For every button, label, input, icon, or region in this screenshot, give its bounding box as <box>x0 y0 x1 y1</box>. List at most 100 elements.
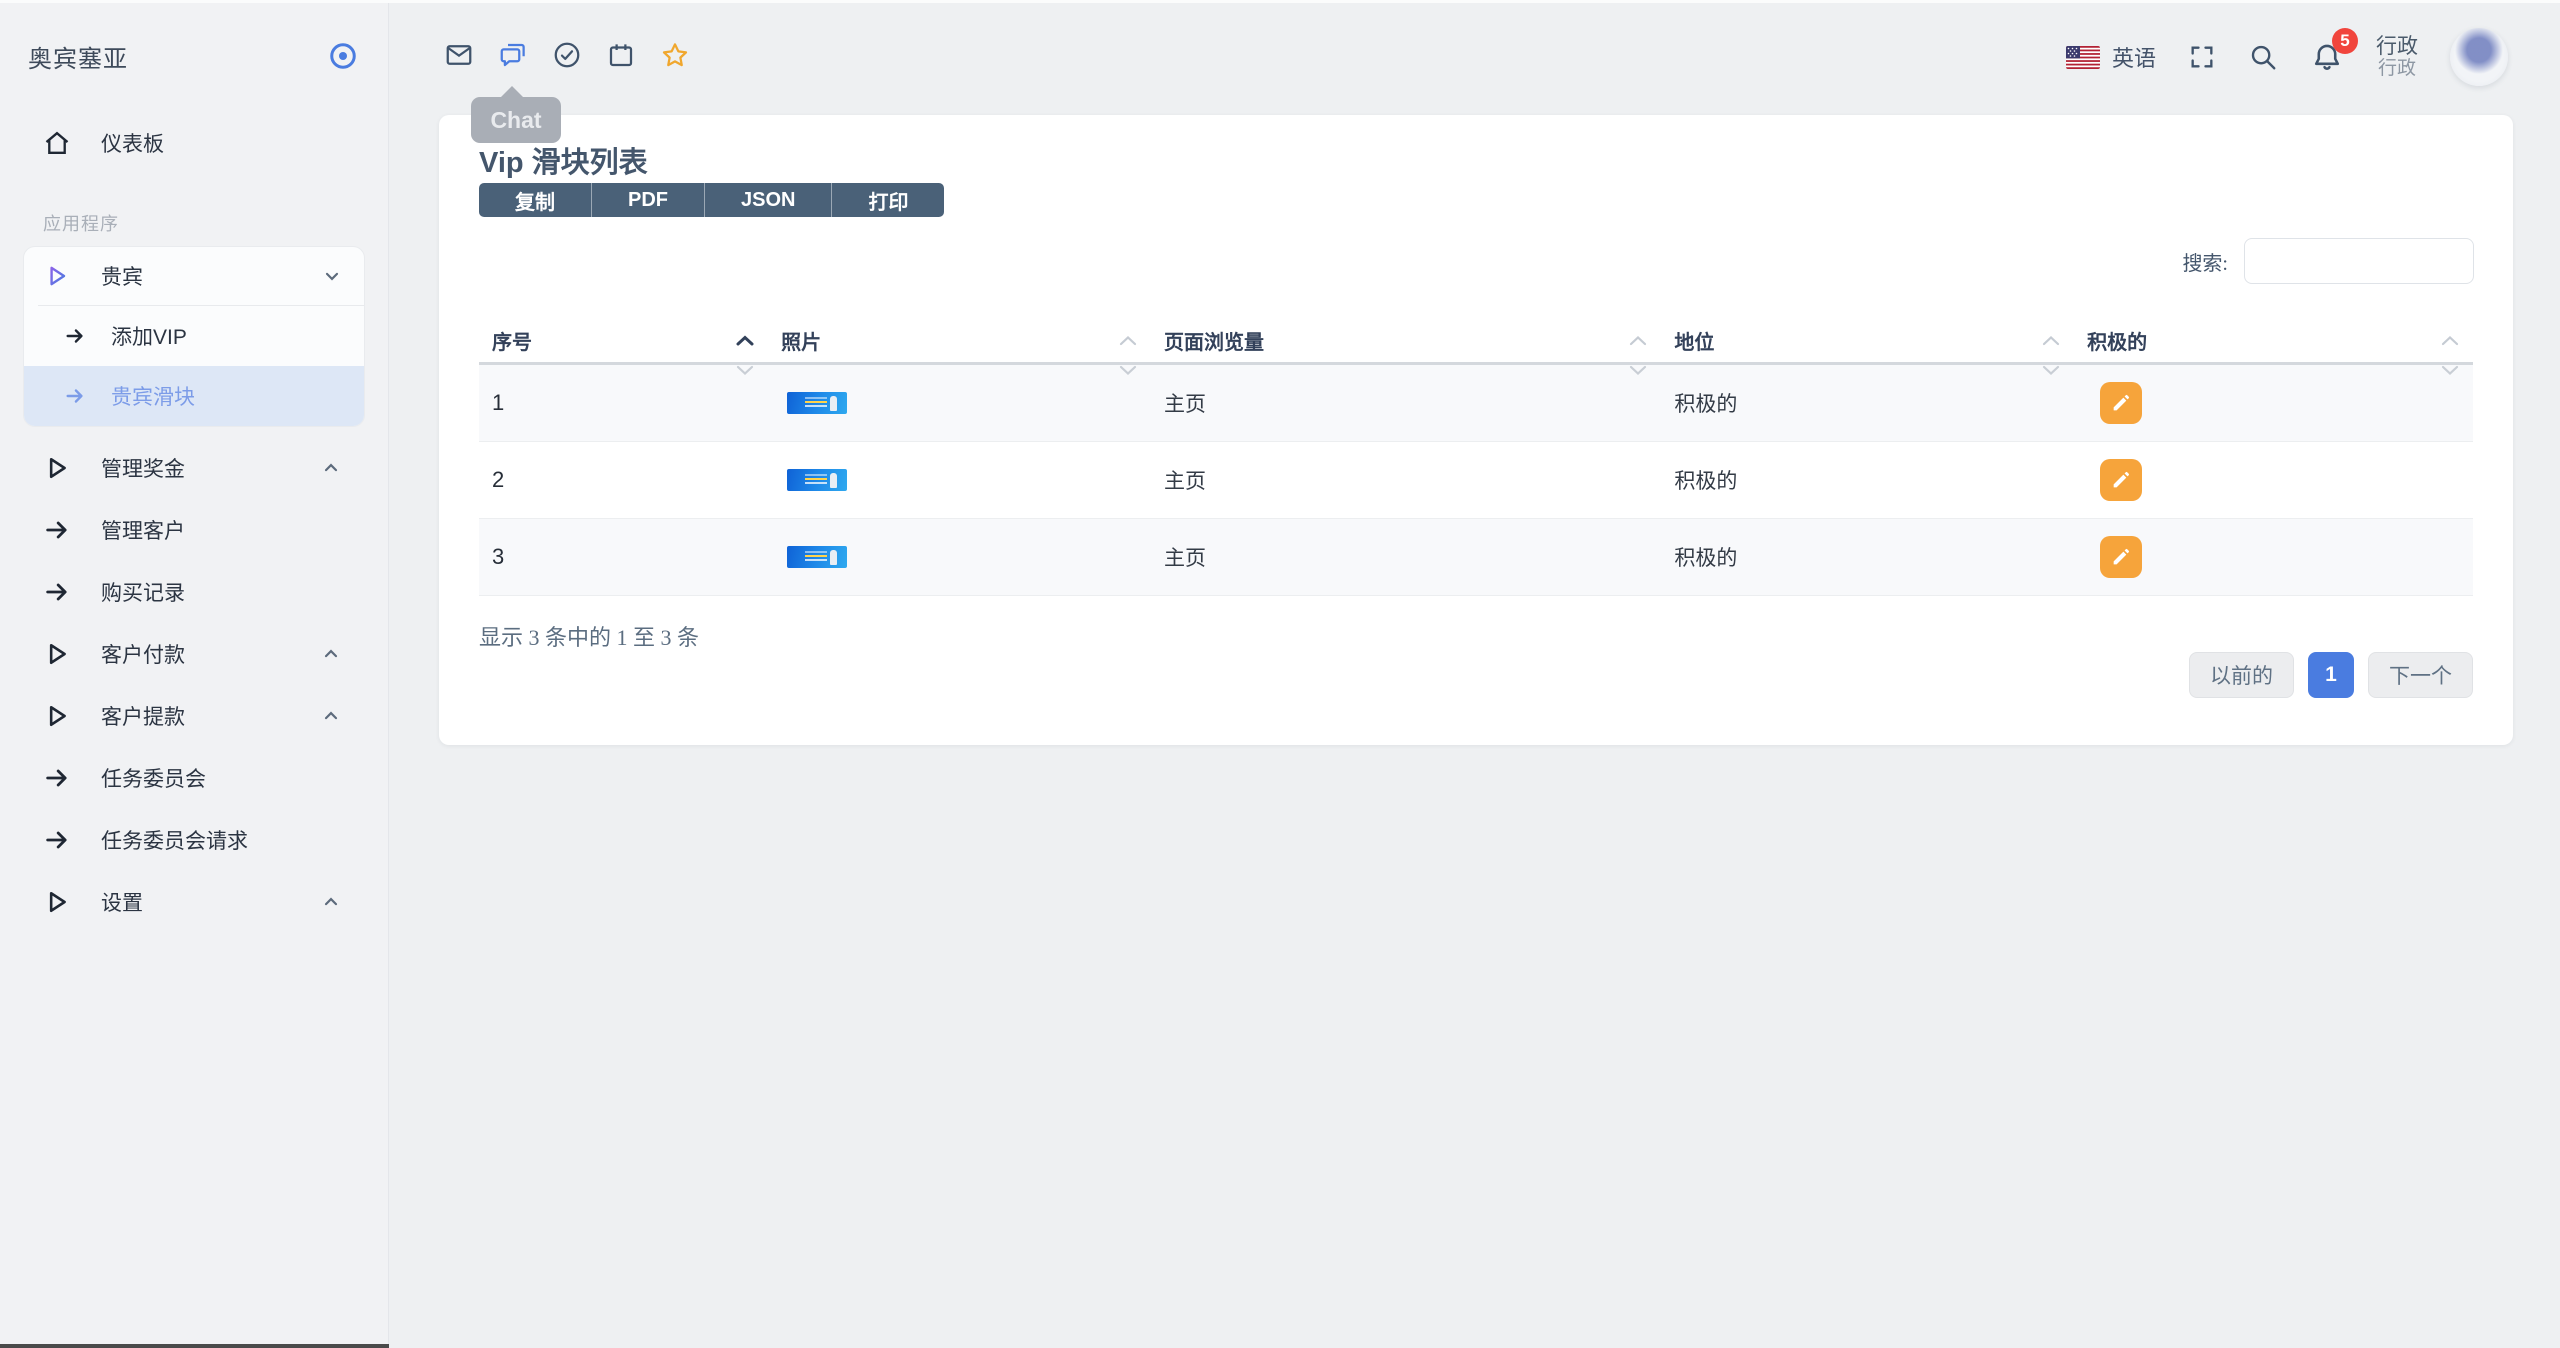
sidebar: 奥宾塞亚 仪表板 应用程序 贵宾 添加VIP 贵宾滑块 管理奖金 管理客户 购买… <box>0 0 389 1348</box>
page-1-button[interactable]: 1 <box>2308 652 2354 698</box>
sidebar-item-label: 管理奖金 <box>101 457 185 481</box>
json-button[interactable]: JSON <box>705 183 833 217</box>
sort-asc-icon <box>1119 329 1137 346</box>
cell-status: 积极的 <box>1674 392 1738 416</box>
sort-asc-icon <box>2441 329 2459 346</box>
sort-desc-icon <box>2042 359 2060 376</box>
sidebar-item-label: 仪表板 <box>101 132 164 156</box>
export-button-group: 复制 PDF JSON 打印 <box>479 183 945 217</box>
pdf-button[interactable]: PDF <box>592 183 705 217</box>
sidebar-item-label: 贵宾 <box>101 265 143 289</box>
sidebar-item-manage-customers[interactable]: 管理客户 <box>0 499 388 561</box>
notifications-button[interactable]: 5 <box>2310 28 2358 74</box>
sidebar-item-add-vip[interactable]: 添加VIP <box>24 306 364 366</box>
play-icon <box>43 702 71 730</box>
arrow-right-icon <box>64 325 86 347</box>
play-icon <box>44 263 70 289</box>
edit-button[interactable] <box>2100 382 2143 424</box>
sidebar-item-manage-bonus[interactable]: 管理奖金 <box>0 437 388 499</box>
vip-banner-thumbnail <box>787 546 848 568</box>
sidebar-item-task-board[interactable]: 任务委员会 <box>0 747 388 809</box>
table-info-text: 显示 3 条中的 1 至 3 条 <box>479 625 700 650</box>
sort-asc-icon <box>2042 329 2060 346</box>
notification-badge: 5 <box>2332 28 2358 54</box>
topbar-user-icons: 英语 5 行政 行政 <box>2065 24 2508 90</box>
fullscreen-icon[interactable] <box>2188 43 2216 71</box>
target-icon[interactable] <box>328 41 358 71</box>
chevron-up-icon <box>321 644 341 664</box>
column-header-photo[interactable]: 照片 <box>768 319 1151 376</box>
column-header-active[interactable]: 积极的 <box>2074 319 2473 376</box>
edit-button[interactable] <box>2100 459 2143 501</box>
sidebar-item-label: 管理客户 <box>101 519 185 543</box>
previous-page-button[interactable]: 以前的 <box>2189 652 2294 698</box>
vip-slider-table: 序号 照片 页面浏览量 地位 积极的 1 主页 积极的 2 主页 积极的 3 主… <box>479 319 2473 596</box>
sort-desc-icon <box>1629 359 1647 376</box>
sidebar-group-vip: 贵宾 添加VIP 贵宾滑块 <box>23 246 365 427</box>
mail-icon[interactable] <box>444 40 474 70</box>
user-role: 行政 <box>2377 58 2416 80</box>
sidebar-section-label: 应用程序 <box>43 214 119 234</box>
pencil-icon <box>2113 471 2130 488</box>
sidebar-item-customer-payments[interactable]: 客户付款 <box>0 623 388 685</box>
brand-row: 奥宾塞亚 <box>0 0 388 112</box>
arrow-right-icon <box>43 578 71 606</box>
user-menu[interactable]: 行政 行政 <box>2376 34 2418 80</box>
cell-pageviews: 主页 <box>1163 546 1206 570</box>
arrow-right-icon <box>64 385 86 407</box>
arrow-right-icon <box>43 826 71 854</box>
calendar-icon[interactable] <box>606 40 636 70</box>
next-page-button[interactable]: 下一个 <box>2368 652 2473 698</box>
chat-icon[interactable] <box>498 40 528 70</box>
chat-tooltip: Chat <box>471 86 561 143</box>
sidebar-item-dashboard[interactable]: 仪表板 <box>0 112 388 174</box>
sidebar-item-label: 任务委员会 <box>101 767 206 791</box>
sidebar-item-label: 设置 <box>101 891 143 915</box>
sidebar-item-label: 购买记录 <box>101 581 185 605</box>
brand-name: 奥宾塞亚 <box>28 46 128 73</box>
chevron-up-icon <box>321 892 341 912</box>
print-button[interactable]: 打印 <box>832 183 945 217</box>
page-title: Vip 滑块列表 <box>479 147 648 179</box>
pencil-icon <box>2113 394 2130 411</box>
table-row: 3 主页 积极的 <box>479 519 2473 596</box>
copy-button[interactable]: 复制 <box>479 183 592 217</box>
cell-serial: 2 <box>492 467 505 492</box>
topbar-quick-icons <box>444 40 690 70</box>
cell-actions <box>2074 459 2473 501</box>
main-area: Chat 英语 5 行政 行政 Vip 滑块列表 复制 PDF JSON 打印 … <box>390 0 2560 1348</box>
vip-banner-thumbnail <box>787 469 848 491</box>
search-icon[interactable] <box>2248 42 2278 72</box>
cell-photo <box>768 469 1151 491</box>
sidebar-item-task-board-requests[interactable]: 任务委员会请求 <box>0 809 388 871</box>
pencil-icon <box>2113 548 2130 565</box>
sidebar-item-customer-withdrawals[interactable]: 客户提款 <box>0 685 388 747</box>
star-icon[interactable] <box>660 40 690 70</box>
column-header-serial[interactable]: 序号 <box>479 319 768 376</box>
table-header: 序号 照片 页面浏览量 地位 积极的 <box>479 319 2473 376</box>
check-circle-icon[interactable] <box>552 40 582 70</box>
sidebar-item-vip-slider[interactable]: 贵宾滑块 <box>24 366 364 426</box>
vip-slider-card: Vip 滑块列表 复制 PDF JSON 打印 搜索: 序号 照片 页面浏览量 … <box>439 115 2513 745</box>
sort-desc-icon <box>1119 359 1137 376</box>
search-label: 搜索: <box>2182 252 2228 275</box>
sidebar-item-vip[interactable]: 贵宾 <box>24 247 364 305</box>
avatar[interactable] <box>2450 28 2508 86</box>
cell-status: 积极的 <box>1674 469 1738 493</box>
sidebar-item-settings[interactable]: 设置 <box>0 871 388 933</box>
play-icon <box>43 640 71 668</box>
us-flag-icon <box>2065 45 2100 69</box>
chevron-down-icon <box>322 266 342 286</box>
search-input[interactable] <box>2244 238 2474 284</box>
chevron-up-icon <box>321 458 341 478</box>
column-header-status[interactable]: 地位 <box>1661 319 2074 376</box>
language-selector[interactable]: 英语 <box>2065 41 2156 73</box>
language-label: 英语 <box>2111 46 2156 71</box>
play-icon <box>43 454 71 482</box>
home-icon <box>43 129 71 157</box>
table-search: 搜索: <box>2182 238 2474 284</box>
cell-serial: 1 <box>492 390 505 415</box>
sidebar-item-purchase-records[interactable]: 购买记录 <box>0 561 388 623</box>
column-header-pageviews[interactable]: 页面浏览量 <box>1151 319 1661 376</box>
edit-button[interactable] <box>2100 536 2143 578</box>
